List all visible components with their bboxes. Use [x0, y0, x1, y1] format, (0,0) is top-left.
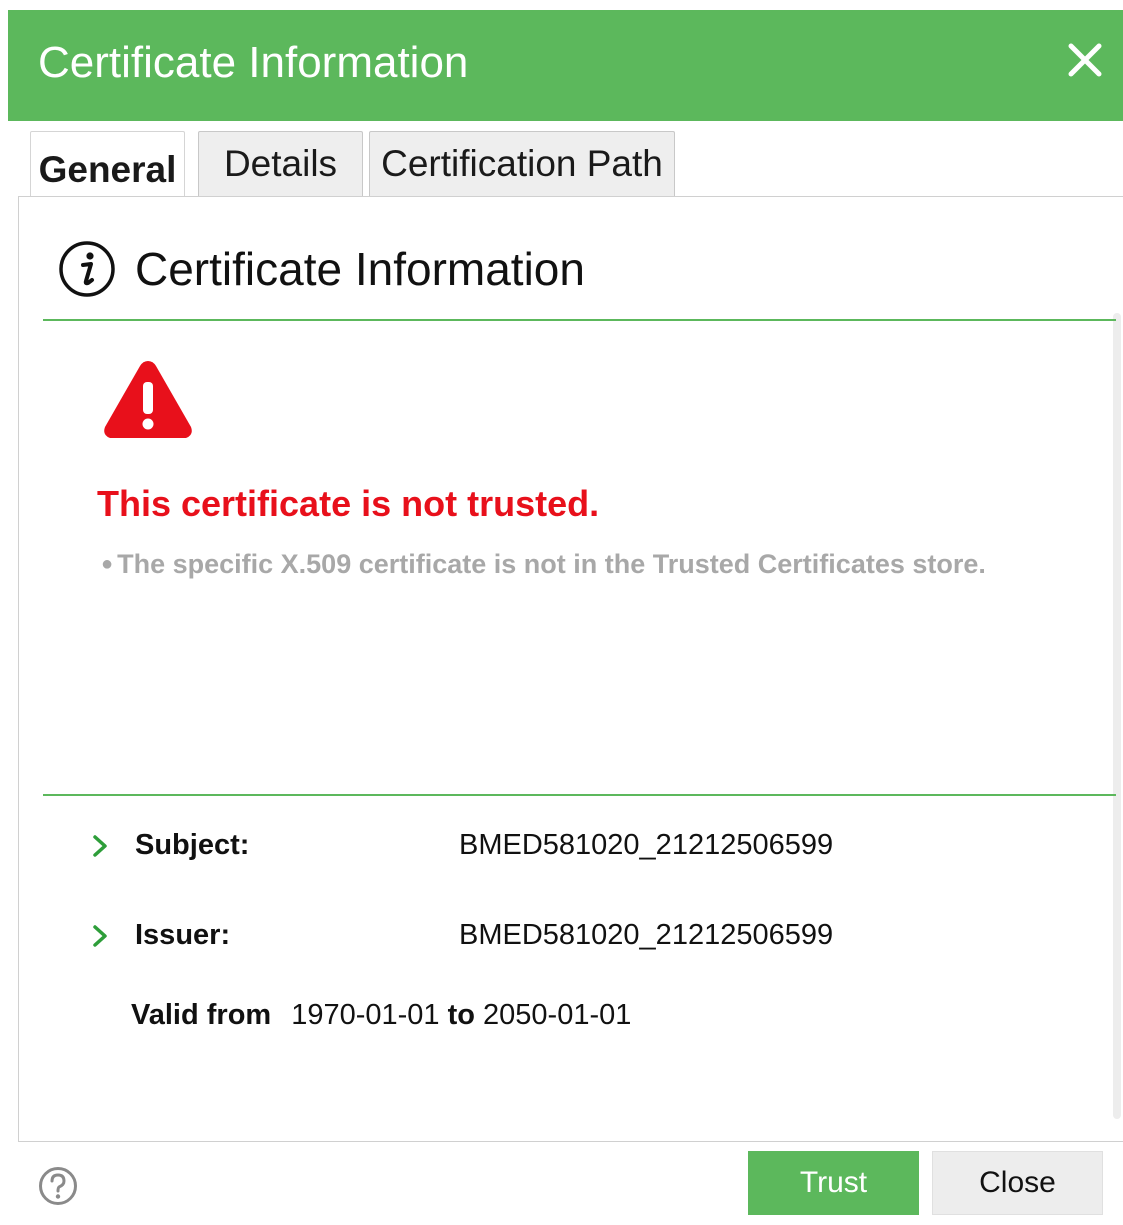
subject-label: Subject: — [135, 829, 250, 861]
title-bar: Certificate Information — [8, 10, 1123, 121]
panel-heading-title: Certificate Information — [135, 243, 585, 295]
info-icon — [57, 239, 117, 299]
bullet-icon: ● — [101, 553, 114, 575]
general-panel: Certificate Information This certificate… — [18, 196, 1123, 1142]
issuer-row[interactable]: Issuer: BMED581020_21212506599 — [19, 911, 1109, 961]
chevron-right-icon[interactable] — [89, 833, 111, 859]
close-button[interactable]: Close — [932, 1151, 1103, 1215]
chevron-right-icon[interactable] — [89, 923, 111, 949]
close-icon[interactable] — [1065, 40, 1105, 80]
divider — [43, 319, 1116, 321]
tab-details[interactable]: Details — [198, 131, 363, 196]
trust-button[interactable]: Trust — [748, 1151, 919, 1215]
warning-triangle-icon — [101, 357, 195, 443]
valid-to-label: to — [447, 999, 475, 1031]
help-icon[interactable] — [38, 1166, 78, 1206]
valid-from-label: Valid from — [131, 999, 272, 1031]
dialog-title: Certificate Information — [38, 38, 469, 87]
certificate-dialog: Certificate Information General Details … — [8, 10, 1123, 1225]
valid-to-value: 2050-01-01 — [483, 999, 632, 1031]
not-trusted-detail: ● The specific X.509 certificate is not i… — [101, 549, 986, 580]
subject-row[interactable]: Subject: BMED581020_21212506599 — [19, 821, 1109, 871]
issuer-label: Issuer: — [135, 919, 231, 951]
tab-bar: General Details Certification Path — [8, 121, 1123, 207]
divider — [43, 794, 1116, 796]
panel-scrollbar[interactable] — [1113, 313, 1121, 1119]
not-trusted-title: This certificate is not trusted. — [97, 483, 600, 524]
not-trusted-detail-text: The specific X.509 certificate is not in… — [117, 549, 986, 579]
subject-value: BMED581020_21212506599 — [459, 829, 834, 861]
panel-heading: Certificate Information — [57, 237, 585, 301]
validity-line: Valid from 1970-01-01 to 2050-01-01 — [131, 999, 631, 1032]
issuer-value: BMED581020_21212506599 — [459, 919, 834, 951]
tab-certification-path[interactable]: Certification Path — [369, 131, 675, 196]
valid-from-value: 1970-01-01 — [291, 999, 440, 1031]
